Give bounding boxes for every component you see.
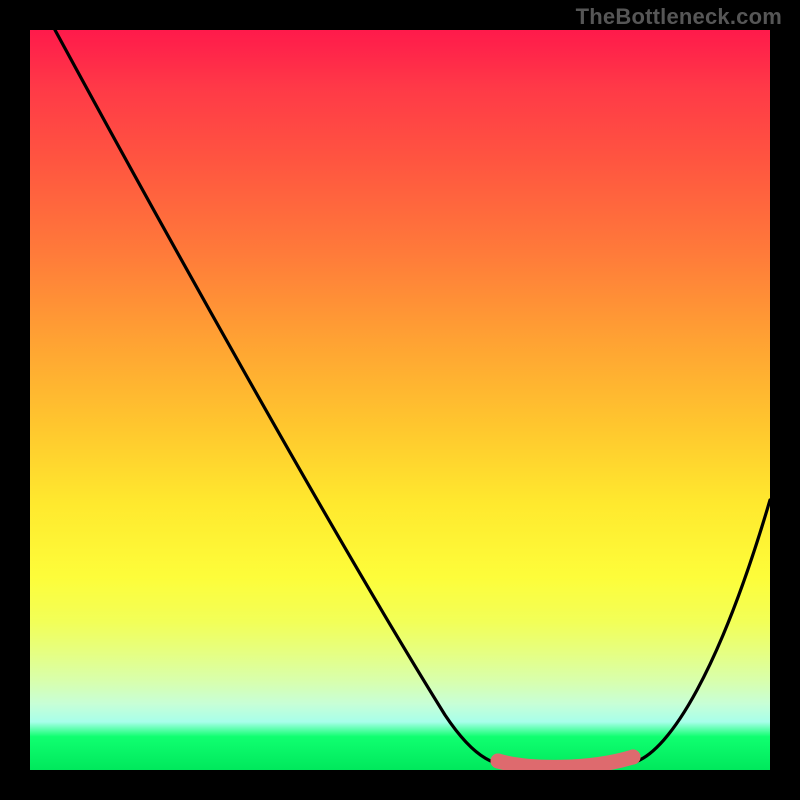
gradient-plot-area [30,30,770,770]
marker-dot-end [626,750,641,765]
plot-svg [30,30,770,770]
chart-frame: TheBottleneck.com [0,0,800,800]
bottleneck-curve [55,30,770,768]
watermark-text: TheBottleneck.com [576,4,782,30]
marker-range [498,757,633,767]
